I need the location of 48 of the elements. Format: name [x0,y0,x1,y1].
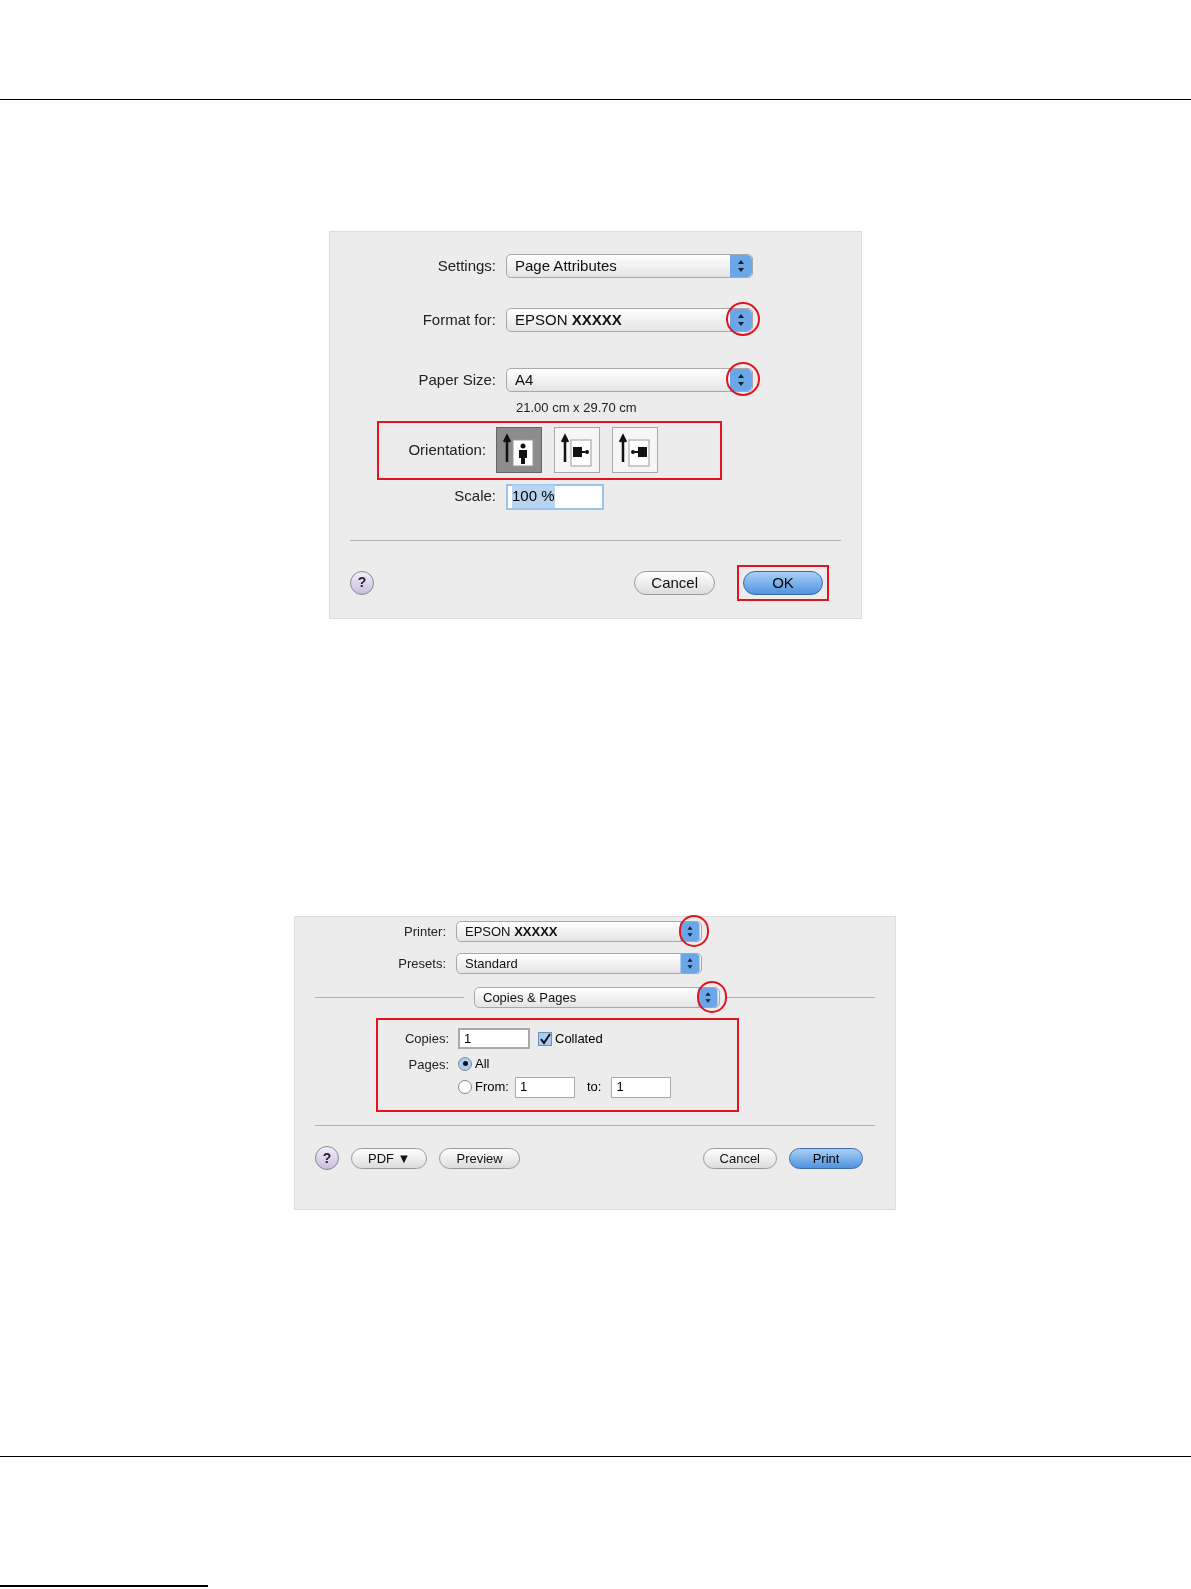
radio-button[interactable]: From: [458,1077,509,1097]
stepper-icon [697,988,719,1007]
popup-menu[interactable]: EPSON XXXXX [506,308,753,332]
checkbox[interactable] [538,1031,552,1046]
radio-button[interactable]: All [458,1054,490,1074]
field-label: Settings: [436,255,497,276]
popup-value: Page Attributes [515,255,618,276]
field-label: Format for: [421,309,497,330]
to-field[interactable]: 1 [611,1076,672,1098]
popup-value: Copies & Pages [483,988,578,1007]
scale-field[interactable]: 100 % [506,483,604,510]
stepper-icon [679,954,701,973]
popup-menu[interactable]: EPSON XXXXX [456,921,702,942]
popup-menu[interactable]: Standard [456,953,702,974]
checkbox-label: Collated [555,1029,603,1048]
orientation-button[interactable] [496,427,542,473]
field-label: Paper Size: [417,369,497,390]
field-label: Orientation: [407,439,487,460]
orientation-button[interactable] [612,427,658,473]
stepper-icon [730,255,752,277]
field-label: Printer: [403,922,447,941]
field-label: Presets: [397,954,447,973]
popup-menu[interactable]: Copies & Pages [474,987,720,1008]
help-button[interactable]: ? [315,1146,339,1170]
dialog-button[interactable]: Cancel [702,1147,777,1169]
dialog-button[interactable]: PDF ▼ [351,1147,428,1169]
stepper-icon [730,369,752,391]
popup-value: Standard [465,954,519,973]
paper-dimensions: 21.00 cm x 29.70 cm [516,399,638,417]
default-button[interactable]: Print [789,1147,863,1169]
copies-field[interactable]: 1 [458,1028,530,1049]
popup-value: EPSON XXXXX [465,922,559,941]
field-label: Scale: [453,486,497,507]
from-field[interactable]: 1 [514,1076,575,1098]
popup-menu[interactable]: A4 [506,368,753,392]
stepper-icon [730,309,752,331]
default-button[interactable]: OK [743,570,823,595]
field-label: Pages: [407,1056,450,1074]
popup-value: A4 [515,369,535,390]
popup-value: EPSON XXXXX [515,309,623,330]
dialog-button[interactable]: Cancel [634,570,715,595]
dialog-button[interactable]: Preview [439,1147,520,1169]
popup-menu[interactable]: Page Attributes [506,254,753,278]
help-button[interactable]: ? [350,570,374,595]
field-label: Copies: [403,1029,450,1048]
stepper-icon [679,922,701,941]
field-label: to: [586,1078,602,1097]
orientation-button[interactable] [554,427,600,473]
